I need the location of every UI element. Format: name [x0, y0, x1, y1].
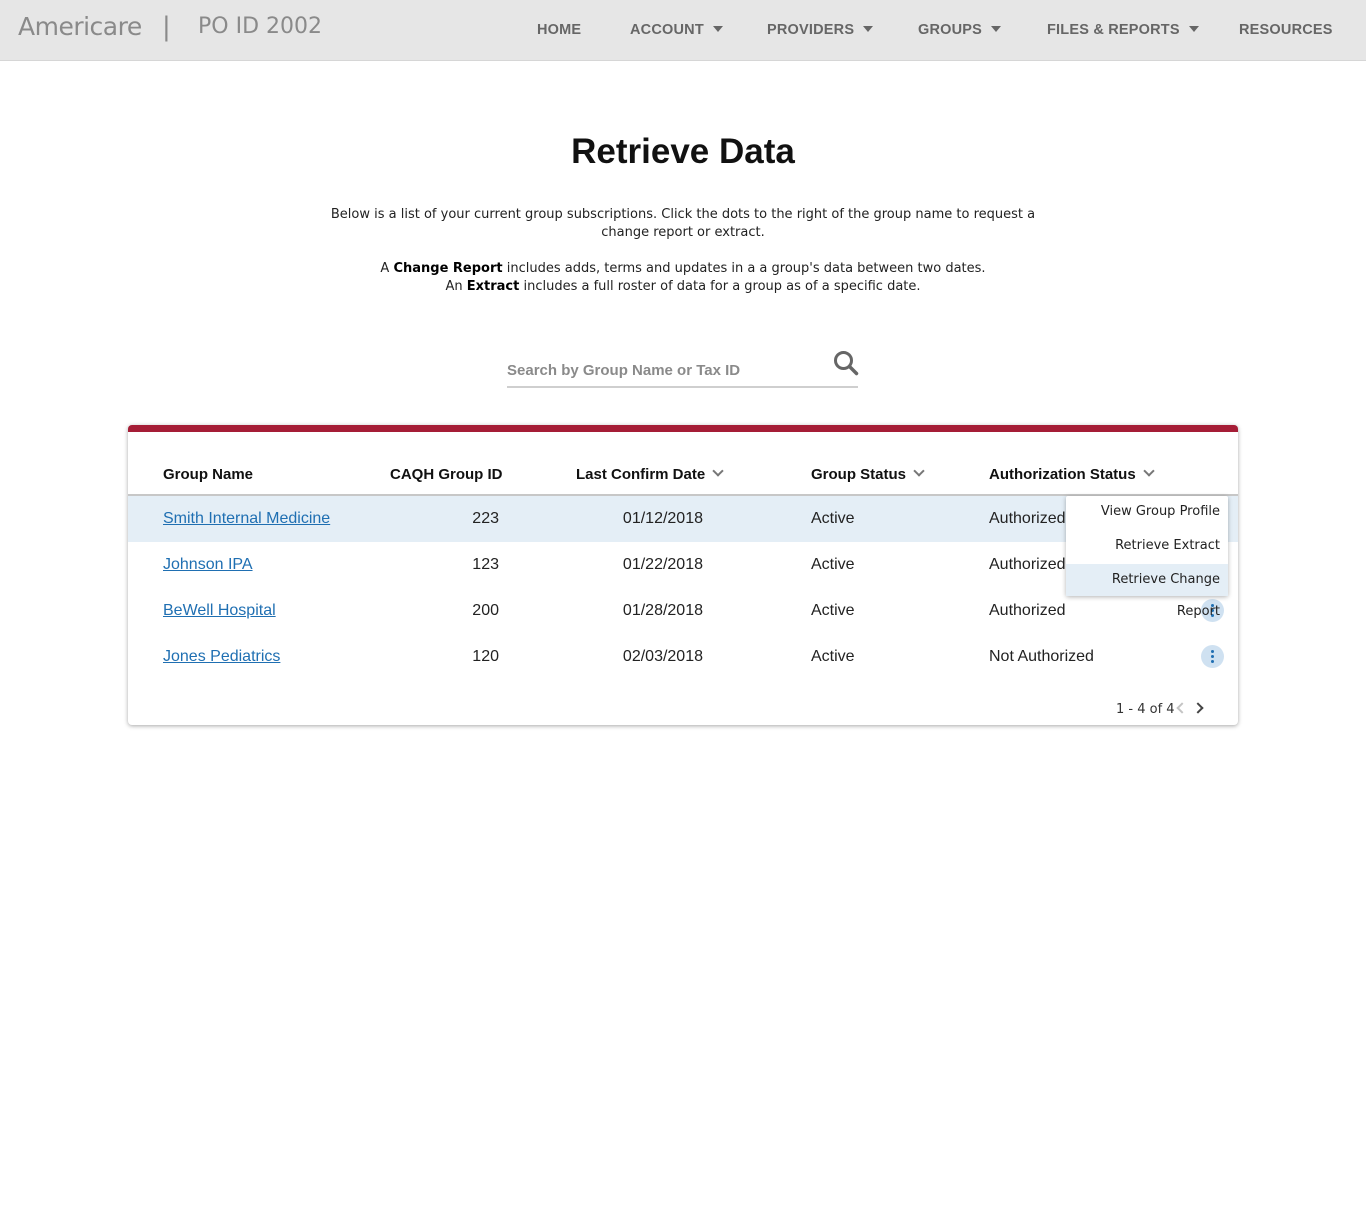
caqh-group-id-cell: 223	[472, 510, 499, 527]
caret-down-icon	[1188, 26, 1199, 32]
search-input[interactable]	[507, 358, 817, 382]
group-status-cell: Active	[811, 648, 855, 665]
search-icon[interactable]	[833, 350, 859, 376]
brand-separator: |	[162, 12, 171, 42]
extract-definition: An Extract includes a full roster of dat…	[445, 279, 921, 294]
caret-down-icon	[863, 26, 874, 32]
authorization-status-cell: Authorized	[989, 602, 1066, 619]
page-title: Retrieve Data	[571, 132, 795, 171]
authorization-status-cell: Not Authorized	[989, 648, 1094, 665]
search-bar	[507, 350, 859, 388]
po-id-label: PO ID 2002	[198, 14, 322, 39]
top-navigation-bar: Americare | PO ID 2002 HOME ACCOUNT PROV…	[0, 0, 1366, 61]
last-confirm-date-cell: 01/22/2018	[622, 556, 703, 573]
column-header-caqh-group-id: CAQH Group ID	[390, 466, 503, 483]
group-name-link[interactable]: BeWell Hospital	[163, 602, 276, 620]
nav-providers[interactable]: PROVIDERS	[767, 22, 874, 38]
column-header-last-confirm-date[interactable]: Last Confirm Date	[576, 465, 724, 483]
group-name-link[interactable]: Smith Internal Medicine	[163, 510, 330, 528]
last-confirm-date-cell: 01/28/2018	[622, 602, 703, 619]
menu-item-view-group-profile[interactable]: View Group Profile	[1066, 496, 1228, 528]
caqh-group-id-cell: 120	[472, 648, 499, 665]
group-status-cell: Active	[811, 556, 855, 573]
pagination-summary: 1 - 4 of 4	[1116, 702, 1175, 717]
sort-chevron-icon	[1143, 465, 1155, 477]
sort-chevron-icon	[913, 465, 925, 477]
sort-chevron-icon	[712, 465, 724, 477]
nav-resources[interactable]: RESOURCES	[1239, 22, 1333, 38]
intro-text: Below is a list of your current group su…	[330, 207, 1036, 240]
pagination-next-icon[interactable]	[1192, 702, 1204, 714]
group-name-link[interactable]: Johnson IPA	[163, 556, 253, 574]
brand-logo[interactable]: Americare	[18, 12, 142, 41]
menu-item-retrieve-extract[interactable]: Retrieve Extract	[1066, 530, 1228, 562]
group-status-cell: Active	[811, 602, 855, 619]
row-actions-menu: View Group Profile Retrieve Extract Retr…	[1066, 496, 1228, 619]
definitions: A Change Report includes adds, terms and…	[330, 260, 1036, 296]
pagination-prev-icon[interactable]	[1176, 702, 1188, 714]
caret-down-icon	[991, 26, 1002, 32]
caqh-group-id-cell: 200	[472, 602, 499, 619]
menu-item-retrieve-change-report[interactable]: Retrieve Change Report	[1066, 564, 1228, 619]
column-header-group-name: Group Name	[163, 466, 254, 483]
table-row: Jones Pediatrics 120 02/03/2018 Active N…	[128, 634, 1238, 680]
nav-home[interactable]: HOME	[537, 22, 581, 38]
last-confirm-date-cell: 02/03/2018	[622, 648, 703, 665]
caret-down-icon	[712, 26, 723, 32]
nav-files-reports[interactable]: FILES & REPORTS	[1047, 22, 1199, 38]
column-header-group-status[interactable]: Group Status	[811, 465, 925, 483]
column-header-authorization-status[interactable]: Authorization Status	[989, 465, 1155, 483]
authorization-status-cell: Authorized	[989, 510, 1066, 527]
caqh-group-id-cell: 123	[472, 556, 499, 573]
nav-groups[interactable]: GROUPS	[918, 22, 1002, 38]
nav-account[interactable]: ACCOUNT	[630, 22, 723, 38]
row-actions-kebab-icon[interactable]	[1201, 645, 1224, 668]
group-status-cell: Active	[811, 510, 855, 527]
change-report-definition: A Change Report includes adds, terms and…	[380, 261, 986, 276]
authorization-status-cell: Authorized	[989, 556, 1066, 573]
group-name-link[interactable]: Jones Pediatrics	[163, 648, 280, 666]
last-confirm-date-cell: 01/12/2018	[622, 510, 703, 527]
